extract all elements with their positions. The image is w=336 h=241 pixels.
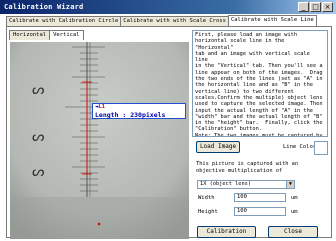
instructions-text: First, please load an image with horizon… [192,30,328,137]
tab-scale-line[interactable]: Calibrate with Scale Line [227,15,317,26]
objective-select-value: 1X (object lens) [200,181,252,187]
tab-horizontal[interactable]: Horizontal [9,30,51,40]
measurement-label: ◄L1 Length : 230pixels [92,103,186,119]
scale-image-viewer[interactable]: ᔕ ᔕ ᔕ ◄L1 Length : 230pixels [10,42,189,239]
tab-calibration-circle[interactable]: Calibrate with Calibration Circle [6,16,122,26]
objective-select[interactable]: 1X (object lens) ▼ [197,180,295,189]
window-controls: _ □ × [298,2,333,12]
width-unit: um [291,195,298,201]
width-field[interactable]: 100 [234,193,286,202]
calibration-button[interactable]: Calibration [197,226,256,238]
objective-description: This picture is captured with an objecti… [196,161,299,174]
height-label: Height [198,209,218,215]
height-unit: um [291,209,298,215]
marker-dot [97,222,101,226]
calibration-tabs: Calibrate with Calibration Circle Calibr… [6,15,317,26]
title-bar: Calibration Wizard _ □ × [0,0,336,14]
line-color-label: Line Color [283,144,317,150]
window-title: Calibration Wizard [4,3,84,11]
line-color-swatch[interactable] [314,141,328,155]
close-button[interactable]: Close [268,226,318,238]
measurement-id: ◄L1 [95,104,105,110]
scale-image: ᔕ ᔕ ᔕ [10,42,189,239]
maximize-button[interactable]: □ [310,2,321,12]
width-label: Width [198,195,215,201]
load-image-button[interactable]: Load Image [196,141,240,153]
tab-scale-cross[interactable]: Calibrate with with Scale Cross [120,16,229,26]
height-field[interactable]: 100 [234,207,286,216]
svg-text:ᔕ: ᔕ [32,129,44,145]
minimize-button[interactable]: _ [298,2,309,12]
tab-vertical[interactable]: Vertical [49,30,84,40]
orientation-tabs: Horizontal Vertical [9,30,84,40]
chevron-down-icon[interactable]: ▼ [286,181,294,188]
svg-text:ᔕ: ᔕ [32,82,44,98]
measurement-length: Length : 230pixels [95,111,166,119]
svg-text:ᔕ: ᔕ [32,164,44,180]
close-window-button[interactable]: × [322,2,333,12]
